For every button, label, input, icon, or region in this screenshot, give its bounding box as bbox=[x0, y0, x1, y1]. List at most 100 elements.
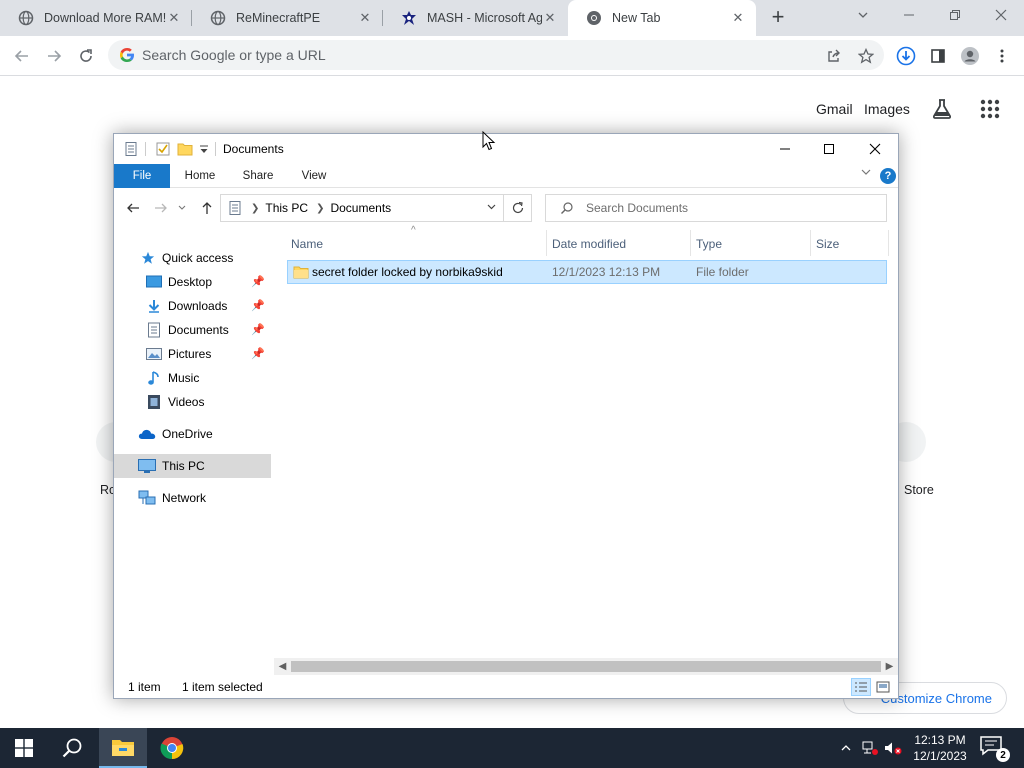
column-header-size[interactable]: Size bbox=[816, 234, 886, 254]
gmail-link[interactable]: Gmail bbox=[816, 101, 853, 117]
explorer-title-bar[interactable]: Documents bbox=[114, 134, 898, 164]
breadcrumb-documents[interactable]: Documents bbox=[330, 201, 391, 215]
tab-reminecraftpe[interactable]: ReMinecraftPE ✕ bbox=[192, 0, 383, 36]
ribbon-tab-file[interactable]: File bbox=[114, 164, 170, 188]
help-icon[interactable]: ? bbox=[880, 168, 896, 184]
explorer-close-button[interactable] bbox=[852, 134, 898, 164]
folder-icon bbox=[293, 264, 309, 280]
nav-item-videos[interactable]: Videos bbox=[114, 390, 271, 414]
music-icon bbox=[146, 370, 162, 386]
pin-icon[interactable]: 📌 bbox=[251, 347, 265, 360]
nav-item-quick-access[interactable]: Quick access bbox=[114, 246, 271, 270]
nav-item-downloads[interactable]: Downloads 📌 bbox=[114, 294, 271, 318]
pin-icon[interactable]: 📌 bbox=[251, 323, 265, 336]
system-clock[interactable]: 12:13 PM 12/1/2023 bbox=[906, 732, 974, 764]
up-arrow-button[interactable] bbox=[197, 198, 217, 218]
new-folder-icon[interactable] bbox=[177, 141, 193, 157]
nav-item-network[interactable]: Network bbox=[114, 486, 271, 510]
chrome-taskbar-button[interactable] bbox=[148, 728, 196, 768]
column-divider[interactable] bbox=[888, 230, 889, 256]
tab-new-tab[interactable]: New Tab ✕ bbox=[568, 0, 756, 36]
ribbon-expand-chevron-icon[interactable] bbox=[860, 166, 872, 181]
network-icon bbox=[138, 490, 156, 506]
scroll-left-arrow-icon[interactable]: ◀ bbox=[274, 658, 291, 675]
ribbon-tab-share[interactable]: Share bbox=[234, 164, 282, 188]
apps-grid-icon[interactable] bbox=[978, 97, 1002, 121]
new-tab-button[interactable]: + bbox=[766, 6, 790, 30]
restore-button[interactable] bbox=[932, 0, 978, 30]
scroll-right-arrow-icon[interactable]: ▶ bbox=[881, 658, 898, 675]
volume-muted-icon[interactable] bbox=[882, 728, 904, 768]
nav-item-this-pc[interactable]: This PC bbox=[114, 454, 271, 478]
star-icon bbox=[140, 250, 156, 266]
taskbar: 12:13 PM 12/1/2023 2 bbox=[0, 728, 1024, 768]
customize-quick-access-icon[interactable] bbox=[198, 143, 214, 159]
nav-item-label: OneDrive bbox=[162, 427, 213, 441]
column-header-name[interactable]: Name bbox=[291, 234, 541, 254]
close-window-button[interactable] bbox=[978, 0, 1024, 30]
bookmark-star-icon[interactable] bbox=[852, 42, 880, 70]
nav-item-music[interactable]: Music bbox=[114, 366, 271, 390]
omnibox[interactable]: Search Google or type a URL bbox=[108, 40, 884, 70]
properties-icon[interactable] bbox=[123, 141, 139, 157]
explorer-maximize-button[interactable] bbox=[806, 134, 852, 164]
close-icon[interactable]: ✕ bbox=[166, 10, 182, 26]
horizontal-scrollbar[interactable]: ◀ ▶ bbox=[274, 658, 898, 675]
check-properties-icon[interactable] bbox=[155, 141, 171, 157]
nav-item-documents[interactable]: Documents 📌 bbox=[114, 318, 271, 342]
recent-locations-chevron-icon[interactable] bbox=[176, 198, 188, 218]
file-explorer-taskbar-button[interactable] bbox=[99, 728, 147, 768]
explorer-forward-button[interactable] bbox=[151, 198, 171, 218]
reload-button[interactable] bbox=[72, 42, 100, 70]
close-icon[interactable]: ✕ bbox=[357, 10, 373, 26]
forward-button[interactable] bbox=[40, 42, 68, 70]
explorer-minimize-button[interactable] bbox=[762, 134, 808, 164]
action-center-button[interactable]: 2 bbox=[980, 736, 1010, 762]
show-hidden-icons-chevron-icon[interactable] bbox=[836, 728, 856, 768]
labs-flask-icon[interactable] bbox=[930, 97, 954, 121]
start-button[interactable] bbox=[0, 728, 48, 768]
ribbon-tab-view[interactable]: View bbox=[290, 164, 338, 188]
breadcrumb-separator-icon[interactable]: ❯ bbox=[316, 203, 324, 214]
images-link[interactable]: Images bbox=[864, 101, 910, 117]
address-bar[interactable]: ❯ This PC ❯ Documents bbox=[220, 194, 532, 222]
close-icon[interactable]: ✕ bbox=[542, 10, 558, 26]
nav-item-desktop[interactable]: Desktop 📌 bbox=[114, 270, 271, 294]
search-documents-input[interactable]: Search Documents bbox=[545, 194, 887, 222]
network-status-icon[interactable] bbox=[860, 728, 880, 768]
details-view-icon[interactable] bbox=[851, 678, 871, 696]
profile-avatar-icon[interactable] bbox=[956, 42, 984, 70]
scrollbar-thumb[interactable] bbox=[291, 661, 881, 672]
download-icon[interactable] bbox=[892, 42, 920, 70]
selection-count: 1 item selected bbox=[182, 680, 263, 694]
back-button[interactable] bbox=[8, 42, 36, 70]
column-header-date-modified[interactable]: Date modified bbox=[552, 234, 690, 254]
refresh-button[interactable] bbox=[503, 194, 532, 222]
column-divider[interactable] bbox=[546, 230, 547, 256]
tab-mash[interactable]: MASH - Microsoft Agent ✕ bbox=[383, 0, 568, 36]
column-divider[interactable] bbox=[690, 230, 691, 256]
nav-item-onedrive[interactable]: OneDrive bbox=[114, 422, 271, 446]
breadcrumb-this-pc[interactable]: This PC bbox=[265, 201, 308, 215]
search-taskbar-button[interactable] bbox=[48, 728, 96, 768]
large-icons-view-icon[interactable] bbox=[873, 678, 893, 696]
pin-icon[interactable]: 📌 bbox=[251, 275, 265, 288]
pin-icon[interactable]: 📌 bbox=[251, 299, 265, 312]
menu-kebab-icon[interactable] bbox=[988, 42, 1016, 70]
ribbon-tab-home[interactable]: Home bbox=[176, 164, 224, 188]
tab-download-more-ram[interactable]: Download More RAM! ✕ bbox=[0, 0, 192, 36]
breadcrumb-separator-icon[interactable]: ❯ bbox=[251, 203, 259, 214]
address-history-chevron-icon[interactable] bbox=[486, 201, 497, 215]
nav-item-pictures[interactable]: Pictures 📌 bbox=[114, 342, 271, 366]
item-count: 1 item bbox=[128, 680, 161, 694]
table-row[interactable]: secret folder locked by norbika9skid 12/… bbox=[287, 260, 887, 284]
tab-search-chevron-icon[interactable] bbox=[840, 0, 886, 30]
side-panel-icon[interactable] bbox=[924, 42, 952, 70]
minimize-button[interactable] bbox=[886, 0, 932, 30]
column-header-type[interactable]: Type bbox=[696, 234, 806, 254]
close-icon[interactable]: ✕ bbox=[730, 10, 746, 26]
column-divider[interactable] bbox=[810, 230, 811, 256]
explorer-back-button[interactable] bbox=[123, 198, 143, 218]
explorer-navigation-bar: ❯ This PC ❯ Documents Search Documents bbox=[114, 188, 898, 228]
share-icon[interactable] bbox=[820, 42, 848, 70]
